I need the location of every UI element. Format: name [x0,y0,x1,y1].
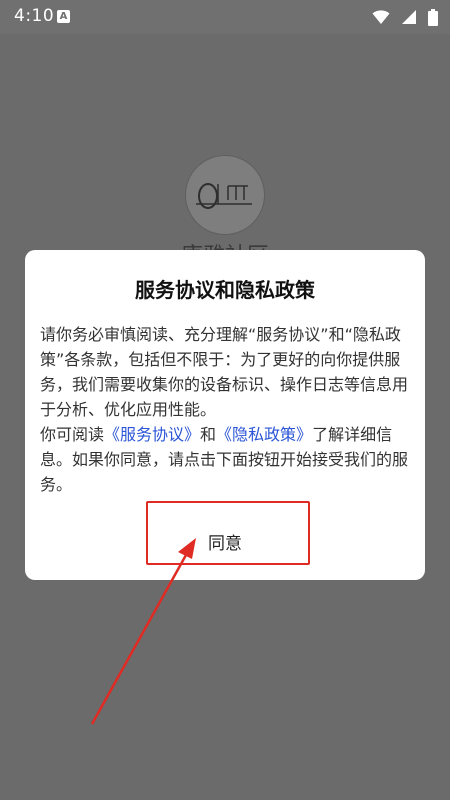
dialog-title: 服务协议和隐私政策 [135,278,315,302]
status-bar: 4:10 A [0,0,450,34]
service-agreement-link[interactable]: 《服务协议》 [104,425,200,444]
status-icons [366,9,438,26]
privacy-policy-link[interactable]: 《隐私政策》 [216,425,312,444]
dialog-body: 请你务必审慎阅读、充分理解“服务协议”和“隐私政策”各条款，包括但不限于：为了更… [40,322,412,497]
agreement-paragraph: 请你务必审慎阅读、充分理解“服务协议”和“隐私政策”各条款，包括但不限于：为了更… [40,325,409,419]
signal-icon [401,10,416,24]
conjunction-text: 和 [200,425,217,444]
paragraph2-prefix: 你可阅读 [40,425,105,444]
app-logo [185,155,265,235]
wifi-icon [372,10,390,24]
agreement-links-paragraph: 你可阅读《服务协议》和《隐私政策》了解详细信息。如果你同意，请点击下面按钮开始接… [40,422,412,497]
notification-a-icon: A [57,10,70,23]
annotation-highlight-box [146,501,310,565]
battery-icon [428,9,438,26]
status-time: 4:10 [14,6,55,26]
